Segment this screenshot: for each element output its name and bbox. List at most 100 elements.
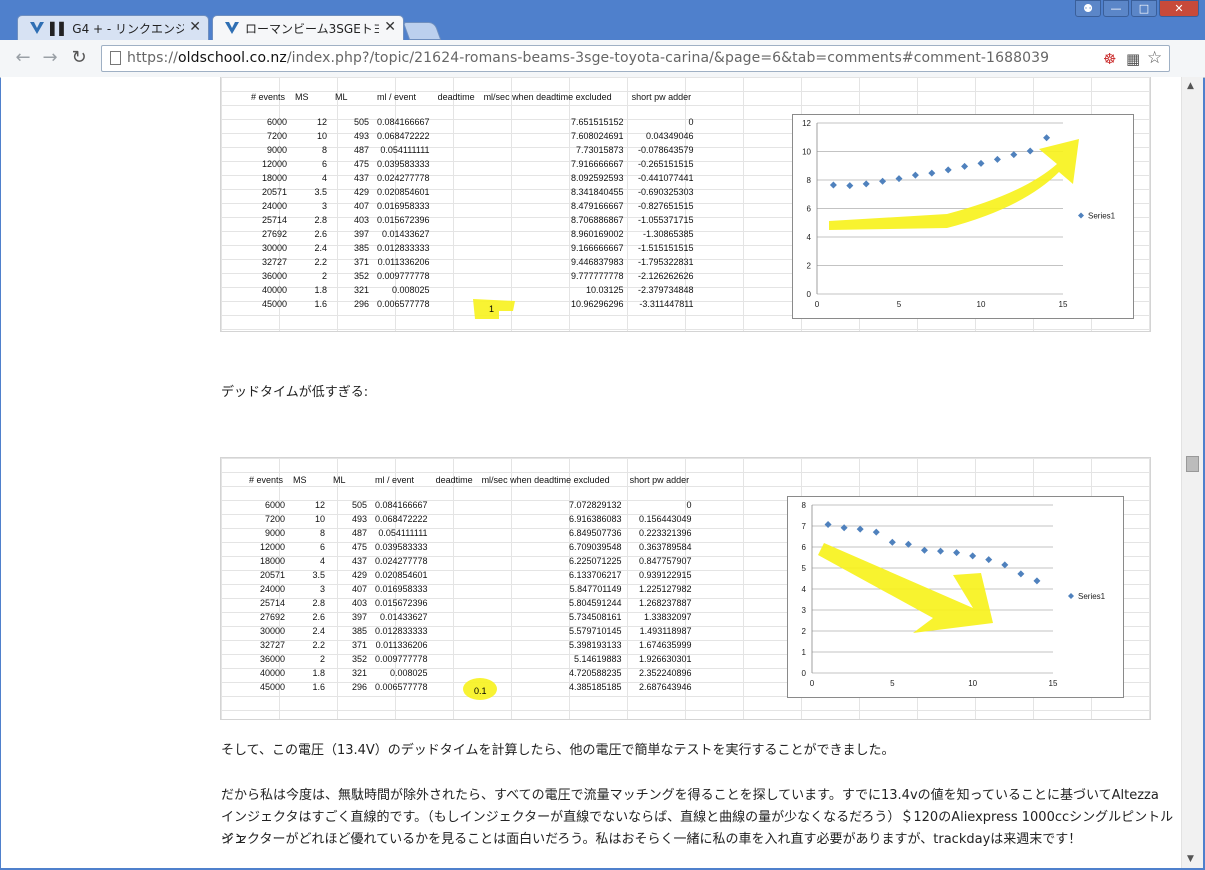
- table-cell: [434, 199, 480, 213]
- table-cell: 9.446837983: [571, 257, 624, 267]
- table-row: 27692 2.6 397 0.01433627 8.960169002 -1.30865…: [247, 227, 698, 241]
- data-point: [1026, 147, 1034, 155]
- table-cell: [434, 143, 480, 157]
- scrollbar-thumb[interactable]: [1186, 456, 1199, 472]
- table-cell: -0.078643579: [638, 145, 694, 155]
- table-cell: 296: [351, 682, 367, 692]
- table-cell: [432, 638, 478, 652]
- table-cell: 2.8: [314, 215, 327, 225]
- table-cell: 8: [319, 528, 325, 538]
- scroll-down-arrow-icon[interactable]: ▼: [1187, 854, 1194, 864]
- table-cell: 0.011336206: [375, 640, 428, 650]
- table-cell: 6000: [264, 500, 285, 510]
- table-cell: 0.084166667: [375, 500, 428, 510]
- table-row: 6000 12 505 0.084166667 7.072829132 0: [245, 498, 696, 512]
- address-bar[interactable]: https://oldschool.co.nz/index.php?/topic…: [101, 45, 1170, 72]
- y-tick-label: 4: [802, 585, 807, 594]
- y-tick-label: 2: [807, 262, 812, 271]
- table-cell: 385: [351, 626, 367, 636]
- table-row: 6000 12 505 0.084166667 7.651515152 0: [247, 115, 698, 129]
- table-cell: [434, 213, 480, 227]
- bookmark-star-icon[interactable]: ☆: [1147, 48, 1162, 68]
- deadtime-highlight-value: 1: [489, 304, 495, 314]
- tab-title: ▌▌ G4 + - リンクエンジン管: [50, 22, 184, 36]
- table-cell: 3.5: [314, 187, 327, 197]
- y-tick-label: 4: [807, 233, 812, 242]
- table-cell: 429: [353, 187, 369, 197]
- page-viewport: # events MS ML ml / event deadtime ml/se…: [1, 77, 1181, 868]
- legend-marker: [1068, 593, 1074, 599]
- x-tick-label: 5: [897, 300, 902, 309]
- table-cell: 0.012833333: [375, 626, 428, 636]
- close-tab-icon[interactable]: ✕: [384, 19, 396, 35]
- table-cell: [432, 568, 478, 582]
- table-cell: 0.011336206: [377, 257, 430, 267]
- table-cell: 7200: [266, 131, 287, 141]
- table-cell: 0.024277778: [377, 173, 430, 183]
- table-cell: [432, 652, 478, 666]
- table-cell: 12000: [259, 542, 285, 552]
- tab-romans-beams[interactable]: ローマンビーム3SGEトヨタカリ ✕: [212, 15, 404, 40]
- forum-favicon-icon: [225, 22, 239, 34]
- table-row: 25714 2.8 403 0.015672396 5.804591244 1.26823…: [245, 596, 696, 610]
- reload-icon[interactable]: ↻: [68, 48, 90, 68]
- table-cell: [432, 624, 478, 638]
- table-cell: 385: [353, 243, 369, 253]
- close-tab-icon[interactable]: ✕: [189, 19, 201, 35]
- table-cell: 0.015672396: [375, 598, 428, 608]
- table-cell: 0.363789584: [639, 542, 692, 552]
- table-cell: 2.687643946: [639, 682, 692, 692]
- table-cell: 40000: [261, 285, 287, 295]
- table-cell: 1.33832097: [644, 612, 692, 622]
- table-cell: 6.849507736: [569, 528, 622, 538]
- column-header: # events: [249, 474, 284, 485]
- table-row: 24000 3 407 0.016958333 5.847701149 1.2251279…: [245, 582, 696, 596]
- blocked-content-icon[interactable]: ☸: [1103, 50, 1116, 68]
- table-cell: 2.6: [312, 612, 325, 622]
- table-cell: 505: [351, 500, 367, 510]
- table-cell: 25714: [261, 215, 287, 225]
- column-header: MS: [295, 91, 309, 102]
- table-cell: 3: [319, 584, 325, 594]
- table-cell: 1.8: [314, 285, 327, 295]
- new-tab-button[interactable]: [402, 22, 442, 40]
- translate-icon[interactable]: ▦: [1126, 50, 1140, 68]
- tab-g4-link-engine[interactable]: ▌▌ G4 + - リンクエンジン管 ✕: [17, 15, 209, 40]
- vertical-scrollbar[interactable]: ▲ ▼: [1181, 77, 1203, 868]
- table-cell: 32727: [259, 640, 285, 650]
- browser-window: ▌▌ G4 + - リンクエンジン管 ✕ ローマンビーム3SGEトヨタカリ ✕ …: [0, 0, 1205, 870]
- table-cell: 5.14619883: [574, 654, 622, 664]
- table-row: 12000 6 475 0.039583333 7.916666667 -0.265151…: [247, 157, 698, 171]
- table-cell: [432, 610, 478, 624]
- data-point: [985, 556, 993, 564]
- table-cell: 5.847701149: [569, 584, 622, 594]
- data-point: [829, 181, 837, 189]
- table-cell: 2.4: [314, 243, 327, 253]
- scroll-up-arrow-icon[interactable]: ▲: [1187, 81, 1194, 91]
- close-window-button[interactable]: ✕: [1159, 0, 1199, 17]
- url-text[interactable]: https://oldschool.co.nz/index.php?/topic…: [127, 50, 1049, 66]
- table-cell: [434, 241, 480, 255]
- legend-marker: [1078, 212, 1084, 219]
- table-cell: 505: [353, 117, 369, 127]
- maximize-button[interactable]: □: [1131, 0, 1157, 17]
- spreadsheet-image-2: # events MS ML ml / event deadtime ml/se…: [220, 457, 1151, 720]
- table-cell: 0.068472222: [375, 514, 428, 524]
- user-icon[interactable]: ⚉: [1075, 0, 1101, 17]
- table-cell: 0.009777778: [377, 271, 430, 281]
- table-cell: 5.398193133: [569, 640, 622, 650]
- table-cell: 8: [321, 145, 327, 155]
- forward-arrow-icon[interactable]: →: [39, 48, 61, 68]
- table-cell: [434, 171, 480, 185]
- table-cell: 1.6: [314, 299, 327, 309]
- table-cell: 2.2: [314, 257, 327, 267]
- data-point: [944, 166, 952, 174]
- minimize-button[interactable]: —: [1103, 0, 1129, 17]
- back-arrow-icon[interactable]: ←: [12, 48, 34, 68]
- data-point: [1010, 151, 1018, 159]
- data-point: [856, 525, 864, 533]
- column-header: deadtime: [437, 91, 475, 102]
- table-cell: 0.054111111: [380, 145, 430, 155]
- table-cell: 0.015672396: [377, 215, 430, 225]
- column-header: deadtime: [435, 474, 473, 485]
